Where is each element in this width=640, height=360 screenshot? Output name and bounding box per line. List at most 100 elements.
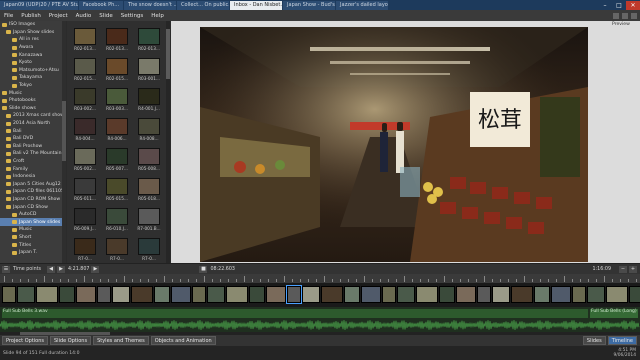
thumbnail[interactable]: R7-0...	[102, 234, 132, 263]
thumbnail[interactable]: R02-013...	[134, 24, 164, 57]
thumbnail[interactable]: R6-010.J...	[102, 204, 132, 237]
tree-item[interactable]: Awara	[0, 44, 65, 52]
timeline-slide[interactable]	[112, 286, 130, 303]
timeline-slide[interactable]	[551, 286, 571, 303]
thumbnail[interactable]: R05-008...	[134, 144, 164, 177]
timeline-ruler[interactable]	[0, 274, 640, 283]
window-tab[interactable]: Japan09 (UDP)20 / PTE AV Studio Pro	[0, 0, 78, 10]
thumbnail[interactable]: R05-015...	[102, 174, 132, 207]
slides-button[interactable]: Slides	[582, 336, 606, 345]
timeline-slide[interactable]	[397, 286, 415, 303]
timeline-slide[interactable]	[36, 286, 58, 303]
thumbnail[interactable]: R02-013...	[102, 24, 132, 57]
audio-track-1[interactable]	[2, 309, 588, 318]
minimize-icon[interactable]: –	[598, 1, 612, 10]
maximize-icon[interactable]: □	[612, 1, 626, 10]
tree-item[interactable]: AutoCD	[0, 211, 65, 219]
timeline-slide[interactable]	[321, 286, 343, 303]
timeline-slide[interactable]	[131, 286, 153, 303]
tree-item[interactable]: Japan T.	[0, 249, 65, 257]
tree-item[interactable]: Takayama	[0, 74, 65, 82]
play-icon[interactable]: ▶	[57, 265, 65, 273]
thumbnail[interactable]: R05-007...	[102, 144, 132, 177]
timeline-slide[interactable]	[439, 286, 455, 303]
tree-item[interactable]: Bali v2 The Mountain pt	[0, 150, 65, 158]
menu-file[interactable]: File	[0, 13, 17, 19]
next-slide-icon[interactable]: ▶	[91, 265, 100, 273]
window-tab[interactable]: Collect... On public...	[177, 0, 230, 10]
thumbnail[interactable]: R02-015...	[102, 54, 132, 87]
tree-item[interactable]: All in res	[0, 36, 65, 44]
window-tab[interactable]: The snow doesn't ...	[124, 0, 177, 10]
timeline-slide[interactable]	[17, 286, 35, 303]
tree-item[interactable]: Japan CD files 061105	[0, 188, 65, 196]
thumbnail[interactable]: R4-004...	[70, 114, 100, 147]
timeline-slide[interactable]	[266, 286, 286, 303]
timeline-slide[interactable]	[207, 286, 225, 303]
menu-project[interactable]: Project	[45, 13, 72, 19]
zoom-out-icon[interactable]: −	[619, 265, 627, 273]
tree-item[interactable]: Family	[0, 165, 65, 173]
tree-item[interactable]: Kyoto	[0, 59, 65, 67]
tree-item[interactable]: Croft	[0, 158, 65, 166]
tree-item[interactable]: ISO Images	[0, 21, 65, 29]
tree-item[interactable]: Titles	[0, 241, 65, 249]
timeline-slide[interactable]	[477, 286, 491, 303]
timeline-slide[interactable]	[154, 286, 170, 303]
menu-help[interactable]: Help	[147, 13, 168, 19]
thumbnail[interactable]: R4-001.J...	[134, 84, 164, 117]
close-icon[interactable]: ✕	[626, 0, 640, 10]
thumbnail[interactable]: R02-015...	[70, 54, 100, 87]
tree-item[interactable]: Matsumoto+Atsu	[0, 67, 65, 75]
timeline-slide[interactable]	[192, 286, 206, 303]
timeline-slide[interactable]	[171, 286, 191, 303]
timeline-slide[interactable]	[572, 286, 586, 303]
timeline-slide[interactable]	[286, 285, 302, 304]
timeline-slide[interactable]	[606, 286, 628, 303]
project-options-button[interactable]: Project Options	[2, 336, 48, 345]
timeline-button[interactable]: Timeline	[607, 336, 637, 345]
thumbnail[interactable]: R6-009.J...	[70, 204, 100, 237]
stop-icon[interactable]: ■	[199, 265, 208, 273]
redo-icon[interactable]	[622, 12, 628, 19]
tree-item[interactable]: Tokyo	[0, 82, 65, 90]
timeline-slide[interactable]	[416, 286, 438, 303]
tree-item[interactable]: Bali Proshow	[0, 143, 65, 151]
thumbnail[interactable]: R7-0...	[134, 234, 164, 263]
tree-item[interactable]: Short	[0, 234, 65, 242]
tree-item[interactable]: Music	[0, 89, 65, 97]
tree-item[interactable]: Japan 5 Cities Aug12	[0, 180, 65, 188]
styles-and-themes-button[interactable]: Styles and Themes	[93, 336, 149, 345]
folder-tree-scrollbar[interactable]	[62, 21, 66, 263]
timeline-slide[interactable]	[629, 286, 640, 303]
thumbnail[interactable]: R03-002...	[70, 84, 100, 117]
timeline-slide[interactable]	[511, 286, 533, 303]
thumbnail[interactable]: R03-003...	[102, 84, 132, 117]
audio-tracks[interactable]: Full Sub Bells 3.wav Full Sub Bells (Lon…	[0, 307, 640, 332]
tree-item[interactable]: Japan Show slides	[0, 218, 65, 227]
window-tab[interactable]: Jazzer's dailed layout	[336, 0, 389, 10]
timeline-slide[interactable]	[226, 286, 248, 303]
undo-icon[interactable]	[613, 12, 619, 19]
timeline-slide[interactable]	[249, 286, 265, 303]
timeline-slide[interactable]	[382, 286, 396, 303]
tree-item[interactable]: Kanazawa	[0, 51, 65, 59]
menu-publish[interactable]: Publish	[17, 13, 45, 19]
tree-item[interactable]: Photobooks	[0, 97, 65, 105]
tree-item[interactable]: Bali	[0, 127, 65, 135]
menu-settings[interactable]: Settings	[117, 13, 148, 19]
slide-options-button[interactable]: Slide Options	[50, 336, 92, 345]
timeline-slide[interactable]	[2, 286, 16, 303]
window-tab[interactable]: Inbox - Dan Nisbet...	[230, 0, 283, 10]
tree-item[interactable]: 2013 Xmas card show	[0, 112, 65, 120]
timeline-slide[interactable]	[59, 286, 75, 303]
file-browser-scrollbar[interactable]	[166, 21, 170, 263]
tree-item[interactable]: Japan CD ROM Show	[0, 196, 65, 204]
objects-and-animation-button[interactable]: Objects and Animation	[150, 336, 216, 345]
settings-icon[interactable]	[631, 12, 637, 19]
timeline-slide[interactable]	[587, 286, 605, 303]
thumbnail[interactable]: R02-013...	[70, 24, 100, 57]
timeline-slide[interactable]	[456, 286, 476, 303]
timeline-slide[interactable]	[76, 286, 96, 303]
timeline-slide[interactable]	[492, 286, 510, 303]
